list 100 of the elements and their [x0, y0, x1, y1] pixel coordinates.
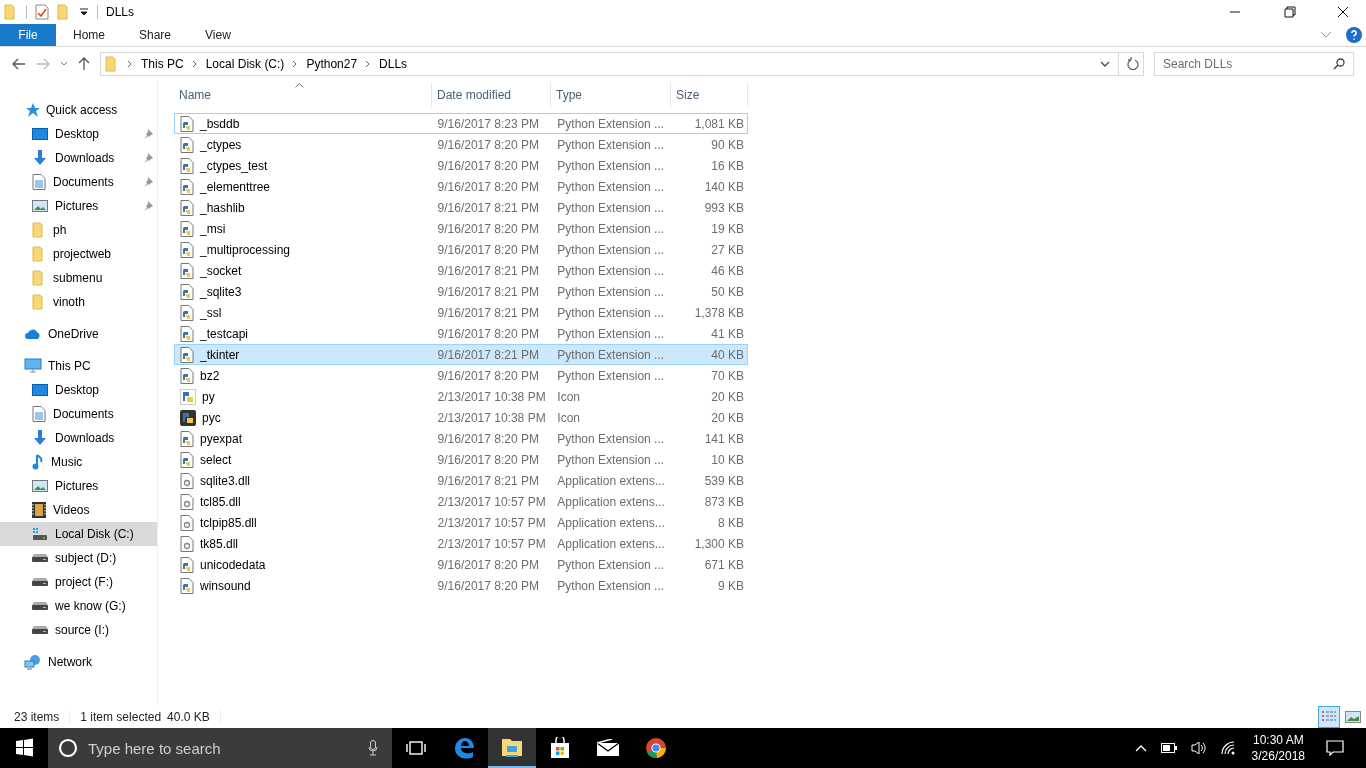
- gear-file-icon: [180, 472, 194, 489]
- file-row[interactable]: _tkinter 9/16/2017 8:21 PM Python Extension ... 40 KB: [174, 344, 748, 365]
- file-row[interactable]: _ctypes_test 9/16/2017 8:20 PM Python Extension ... 16 KB: [174, 155, 748, 176]
- nav-item[interactable]: Pictures: [0, 474, 157, 498]
- battery-icon[interactable]: [1160, 743, 1177, 753]
- back-icon[interactable]: [12, 57, 26, 70]
- file-row[interactable]: tclpip85.dll 2/13/2017 10:57 PM Application extens... 8 KB: [174, 512, 748, 533]
- address-bar[interactable]: This PC Local Disk (C:) Python27 DLLs: [100, 51, 1144, 76]
- column-header[interactable]: Size: [671, 83, 748, 107]
- pin-icon[interactable]: [143, 153, 153, 163]
- column-header[interactable]: Date modified: [432, 83, 551, 107]
- ribbon-tab[interactable]: Home: [56, 24, 122, 46]
- nav-item[interactable]: project (F:): [0, 570, 157, 594]
- file-row[interactable]: _elementtree 9/16/2017 8:20 PM Python Extension ... 140 KB: [174, 176, 748, 197]
- file-row[interactable]: _multiprocessing 9/16/2017 8:20 PM Python Extension ... 27 KB: [174, 239, 748, 260]
- recent-locations-icon[interactable]: [60, 60, 68, 67]
- file-row[interactable]: _ctypes 9/16/2017 8:20 PM Python Extension ... 90 KB: [174, 134, 748, 155]
- python-file-icon: [180, 577, 194, 594]
- date-cell-text: 9/16/2017 8:20 PM: [436, 158, 540, 173]
- ribbon-tab[interactable]: File: [0, 24, 56, 46]
- file-row[interactable]: _ssl 9/16/2017 8:21 PM Python Extension ... 1,378 KB: [174, 302, 748, 323]
- network-icon: [24, 654, 42, 670]
- dropdown-icon[interactable]: [79, 7, 89, 17]
- file-row[interactable]: winsound 9/16/2017 8:20 PM Python Extension ... 9 KB: [174, 575, 748, 596]
- taskbar-search-field[interactable]: Type here to search: [48, 728, 392, 768]
- breadcrumb[interactable]: This PC: [141, 56, 184, 71]
- microphone-icon[interactable]: [368, 740, 378, 756]
- file-row[interactable]: _msi 9/16/2017 8:20 PM Python Extension ... 19 KB: [174, 218, 748, 239]
- chevron-right-icon[interactable]: [292, 59, 299, 68]
- dropdown-icon[interactable]: [1100, 59, 1110, 68]
- notifications-icon[interactable]: [1326, 740, 1344, 756]
- file-row[interactable]: bz2 9/16/2017 8:20 PM Python Extension ... 70 KB: [174, 365, 748, 386]
- file-row[interactable]: sqlite3.dll 9/16/2017 8:21 PM Application extens... 539 KB: [174, 470, 748, 491]
- nav-item[interactable]: Quick access: [0, 98, 157, 122]
- file-row[interactable]: tcl85.dll 2/13/2017 10:57 PM Application extens... 873 KB: [174, 491, 748, 512]
- column-header[interactable]: Name: [174, 83, 432, 107]
- nav-item[interactable]: Downloads: [0, 426, 157, 450]
- file-row[interactable]: tk85.dll 2/13/2017 10:57 PM Application extens... 1,300 KB: [174, 533, 748, 554]
- up-icon[interactable]: [78, 56, 90, 71]
- refresh-icon[interactable]: [1127, 56, 1139, 71]
- nav-item[interactable]: Videos: [0, 498, 157, 522]
- breadcrumb[interactable]: DLLs: [379, 56, 408, 71]
- nav-item[interactable]: This PC: [0, 354, 157, 378]
- nav-item[interactable]: Downloads: [0, 146, 157, 170]
- nav-item[interactable]: Documents: [0, 402, 157, 426]
- nav-item[interactable]: projectweb: [0, 242, 157, 266]
- nav-item[interactable]: Desktop: [0, 378, 157, 402]
- chevron-right-icon[interactable]: [365, 59, 372, 68]
- chevron-down-icon[interactable]: [1320, 31, 1332, 39]
- clock-date[interactable]: 3/26/2018: [1251, 748, 1305, 764]
- file-row[interactable]: unicodedata 9/16/2017 8:20 PM Python Extension ... 671 KB: [174, 554, 748, 575]
- file-row[interactable]: _bsddb 9/16/2017 8:23 PM Python Extension ... 1,081 KB: [174, 113, 748, 134]
- type-cell-text: Python Extension ...: [556, 242, 666, 257]
- properties-icon[interactable]: [35, 4, 49, 20]
- nav-item[interactable]: subject (D:): [0, 546, 157, 570]
- help-icon[interactable]: [1346, 27, 1362, 43]
- size-cell-text: 539 KB: [703, 473, 745, 488]
- taskbar-app[interactable]: [488, 728, 536, 768]
- breadcrumb[interactable]: Local Disk (C:): [205, 56, 285, 71]
- search-field[interactable]: Search DLLs: [1154, 51, 1354, 76]
- file-row[interactable]: _hashlib 9/16/2017 8:21 PM Python Extension ... 993 KB: [174, 197, 748, 218]
- wifi-icon[interactable]: [1220, 741, 1237, 755]
- nav-item[interactable]: Local Disk (C:): [0, 522, 157, 546]
- pin-icon[interactable]: [143, 201, 153, 211]
- nav-item[interactable]: OneDrive: [0, 322, 157, 346]
- nav-item[interactable]: Network: [0, 650, 157, 674]
- nav-item[interactable]: we know (G:): [0, 594, 157, 618]
- file-row[interactable]: select 9/16/2017 8:20 PM Python Extension ... 10 KB: [174, 449, 748, 470]
- search-icon[interactable]: [1333, 57, 1345, 70]
- nav-item[interactable]: Desktop: [0, 122, 157, 146]
- pin-icon[interactable]: [143, 177, 153, 187]
- file-row[interactable]: pyexpat 9/16/2017 8:20 PM Python Extension ... 141 KB: [174, 428, 748, 449]
- file-row[interactable]: pyc 2/13/2017 10:38 PM Icon 20 KB: [174, 407, 748, 428]
- chevron-right-icon[interactable]: [191, 59, 198, 68]
- gear-file-icon: [180, 514, 194, 531]
- nav-item[interactable]: source (I:): [0, 618, 157, 642]
- pin-icon[interactable]: [143, 129, 153, 139]
- pictures-icon: [32, 479, 48, 493]
- file-row[interactable]: _socket 9/16/2017 8:21 PM Python Extension ... 46 KB: [174, 260, 748, 281]
- nav-item[interactable]: Documents: [0, 170, 157, 194]
- file-row[interactable]: _sqlite3 9/16/2017 8:21 PM Python Extension ... 50 KB: [174, 281, 748, 302]
- file-row[interactable]: _testcapi 9/16/2017 8:20 PM Python Extension ... 41 KB: [174, 323, 748, 344]
- python-file-icon: [180, 346, 194, 363]
- chevron-right-icon[interactable]: [127, 59, 133, 68]
- nav-item[interactable]: ph: [0, 218, 157, 242]
- nav-item[interactable]: Pictures: [0, 194, 157, 218]
- column-header[interactable]: Type: [551, 83, 671, 107]
- ribbon-tab[interactable]: Share: [122, 24, 189, 46]
- chevron-up-icon[interactable]: [1134, 744, 1147, 752]
- breadcrumb[interactable]: Python27: [306, 56, 358, 71]
- item-count: 23 items: [14, 709, 60, 724]
- nav-item[interactable]: submenu: [0, 266, 157, 290]
- nav-item[interactable]: vinoth: [0, 290, 157, 314]
- date-cell-text: 2/13/2017 10:38 PM: [436, 389, 547, 404]
- ribbon-tab[interactable]: View: [188, 24, 248, 46]
- nav-item[interactable]: Music: [0, 450, 157, 474]
- file-row[interactable]: py 2/13/2017 10:38 PM Icon 20 KB: [174, 386, 748, 407]
- clock-time[interactable]: 10:30 AM: [1252, 732, 1304, 748]
- volume-icon[interactable]: [1190, 741, 1207, 755]
- details-view-button[interactable]: [1318, 705, 1340, 728]
